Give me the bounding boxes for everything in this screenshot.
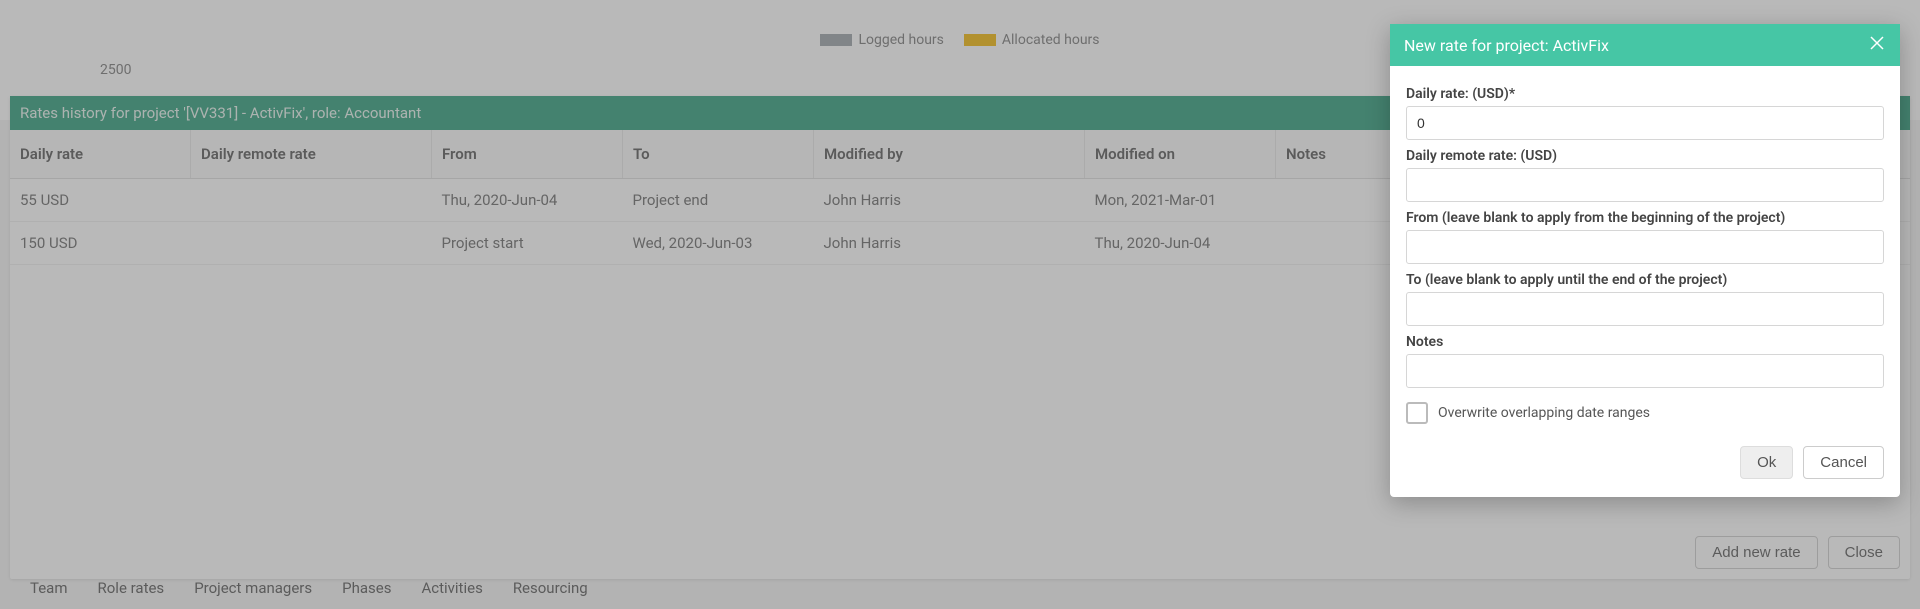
cancel-button[interactable]: Cancel — [1803, 446, 1884, 479]
to-input[interactable] — [1406, 292, 1884, 326]
label-from: From (leave blank to apply from the begi… — [1406, 210, 1884, 226]
ok-button[interactable]: Ok — [1740, 446, 1793, 479]
close-icon[interactable] — [1868, 34, 1886, 56]
overwrite-label: Overwrite overlapping date ranges — [1438, 405, 1650, 421]
daily-rate-input[interactable] — [1406, 106, 1884, 140]
from-input[interactable] — [1406, 230, 1884, 264]
label-to: To (leave blank to apply until the end o… — [1406, 272, 1884, 288]
overwrite-checkbox[interactable] — [1406, 402, 1428, 424]
notes-input[interactable] — [1406, 354, 1884, 388]
label-daily-remote-rate: Daily remote rate: (USD) — [1406, 148, 1884, 164]
daily-remote-rate-input[interactable] — [1406, 168, 1884, 202]
label-notes: Notes — [1406, 334, 1884, 350]
modal-footer: Ok Cancel — [1390, 432, 1900, 497]
modal-header: New rate for project: ActivFix — [1390, 24, 1900, 66]
new-rate-modal: New rate for project: ActivFix Daily rat… — [1390, 24, 1900, 497]
modal-title: New rate for project: ActivFix — [1404, 36, 1868, 55]
modal-body: Daily rate: (USD)* Daily remote rate: (U… — [1390, 66, 1900, 432]
label-daily-rate: Daily rate: (USD)* — [1406, 86, 1884, 102]
